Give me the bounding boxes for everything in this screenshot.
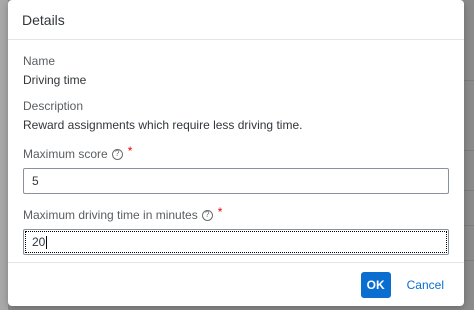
max-score-section: Maximum score ? * 5 bbox=[23, 144, 449, 194]
required-indicator: * bbox=[217, 205, 223, 219]
background-divider bbox=[464, 190, 474, 191]
text-caret bbox=[46, 235, 48, 249]
description-section: Description Reward assignments which req… bbox=[23, 99, 449, 132]
max-driving-time-section: Maximum driving time in minutes ? * 20 bbox=[23, 205, 449, 255]
name-label: Name bbox=[23, 54, 56, 68]
dialog-footer: OK Cancel bbox=[8, 262, 464, 306]
dialog-title: Details bbox=[22, 11, 65, 28]
max-driving-time-label-row: Maximum driving time in minutes ? * bbox=[23, 205, 449, 223]
name-section: Name Driving time bbox=[23, 54, 449, 87]
max-driving-time-input-value: 20 bbox=[32, 235, 46, 249]
question-circle-icon[interactable]: ? bbox=[111, 148, 123, 160]
background-divider bbox=[464, 225, 474, 226]
ok-button[interactable]: OK bbox=[360, 271, 391, 298]
name-value: Driving time bbox=[23, 73, 87, 87]
background-divider bbox=[464, 150, 474, 151]
cancel-button[interactable]: Cancel bbox=[397, 272, 454, 298]
max-score-label: Maximum score bbox=[23, 147, 108, 161]
max-score-input[interactable]: 5 bbox=[23, 168, 449, 194]
required-indicator: * bbox=[127, 144, 133, 158]
background-divider bbox=[464, 260, 474, 261]
details-dialog: Details Name Driving time Description Re… bbox=[8, 0, 464, 306]
background-app-right bbox=[464, 0, 474, 310]
max-score-input-value: 5 bbox=[32, 174, 39, 188]
background-app-left bbox=[0, 0, 8, 310]
dialog-body: Name Driving time Description Reward ass… bbox=[8, 40, 464, 255]
description-value: Reward assignments which require less dr… bbox=[23, 118, 303, 132]
max-score-label-row: Maximum score ? * bbox=[23, 144, 449, 162]
max-driving-time-label: Maximum driving time in minutes bbox=[23, 208, 198, 222]
description-label: Description bbox=[23, 99, 84, 113]
background-divider bbox=[464, 80, 474, 81]
max-driving-time-input[interactable]: 20 bbox=[23, 229, 449, 255]
dialog-header: Details bbox=[8, 0, 464, 40]
question-circle-icon[interactable]: ? bbox=[201, 209, 213, 221]
